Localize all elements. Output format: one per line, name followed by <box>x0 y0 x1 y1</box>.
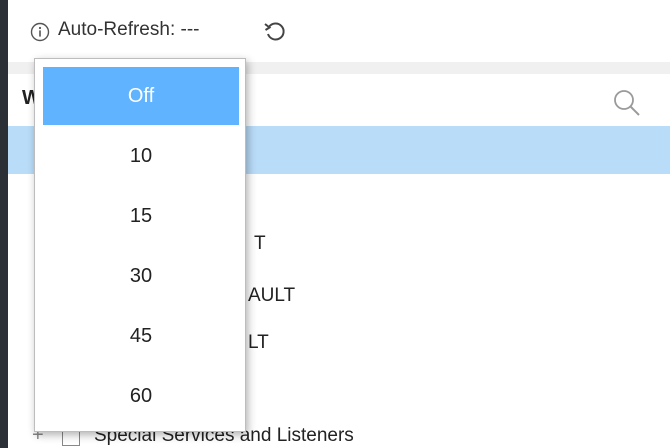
tree-item-label[interactable]: T <box>254 233 266 255</box>
dropdown-option-45[interactable]: 45 <box>43 307 239 365</box>
dropdown-option-10[interactable]: 10 <box>43 127 239 185</box>
search-icon[interactable] <box>612 88 642 118</box>
window-edge <box>0 0 8 448</box>
auto-refresh-label[interactable]: Auto-Refresh: --- <box>58 19 199 41</box>
dropdown-option-off[interactable]: Off <box>43 67 239 125</box>
refresh-icon[interactable] <box>262 19 288 45</box>
auto-refresh-dropdown: Off 10 15 30 45 60 <box>34 58 246 432</box>
dropdown-option-30[interactable]: 30 <box>43 247 239 305</box>
tree-item-label[interactable]: AULT <box>248 285 295 307</box>
info-circle-icon[interactable] <box>30 22 50 42</box>
tree-item-label[interactable]: LT <box>248 332 269 354</box>
dropdown-option-15[interactable]: 15 <box>43 187 239 245</box>
dropdown-option-60[interactable]: 60 <box>43 367 239 425</box>
